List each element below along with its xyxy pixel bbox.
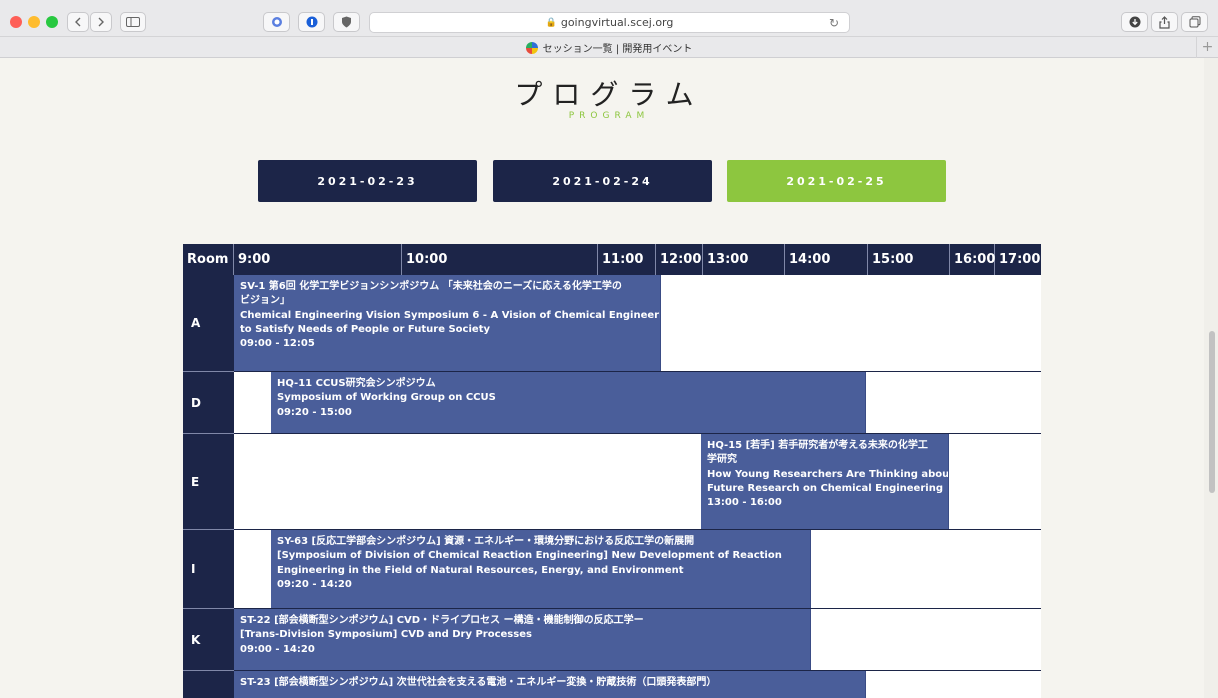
session-line: 学研究: [707, 454, 737, 466]
address-bar[interactable]: 🔒 goingvirtual.scej.org ↻: [369, 12, 850, 33]
site-favicon-icon: [525, 41, 538, 54]
session-block[interactable]: SV-1 第6回 化学工学ビジョンシンポジウム 「未来社会のニーズに応える化学工…: [234, 275, 661, 371]
session-line: to Satisfy Needs of People or Future Soc…: [240, 323, 490, 335]
header-hour-9: 9:00: [234, 244, 402, 275]
session-block[interactable]: HQ-15 [若手] 若手研究者が考える未来の化学工 学研究 How Young…: [701, 434, 949, 529]
tab-overview-button[interactable]: [1181, 12, 1208, 32]
sidebar-button[interactable]: [120, 12, 146, 32]
session-line: HQ-11 CCUS研究会シンポジウム: [277, 378, 436, 389]
reload-icon[interactable]: ↻: [829, 16, 839, 30]
session-line: [Trans-Division Symposium] CVD and Dry P…: [240, 629, 532, 641]
session-time: 13:00 - 16:00: [707, 497, 782, 509]
chevron-right-icon: [98, 17, 104, 27]
maximize-window-button[interactable]: [46, 16, 58, 28]
session-block[interactable]: ST-23 [部会横断型シンポジウム] 次世代社会を支える電池・エネルギー変換・…: [234, 671, 866, 698]
back-button[interactable]: [67, 12, 89, 32]
session-line: Symposium of Working Group on CCUS: [277, 392, 496, 404]
share-button[interactable]: [1151, 12, 1178, 32]
header-hour-13: 13:00: [703, 244, 785, 275]
chevron-left-icon: [75, 17, 81, 27]
session-line: [Symposium of Division of Chemical React…: [277, 550, 782, 562]
header-hour-14: 14:00: [785, 244, 868, 275]
session-time: 09:20 - 15:00: [277, 406, 352, 418]
room-label: K: [183, 609, 234, 671]
session-line: Engineering in the Field of Natural Reso…: [277, 564, 684, 576]
plus-icon: +: [1201, 39, 1214, 55]
header-hour-11: 11:00: [598, 244, 656, 275]
session-block[interactable]: ST-22 [部会横断型シンポジウム] CVD・ドライプロセス ー構造・機能制御…: [234, 609, 811, 670]
header-hour-17: 17:00: [995, 244, 1041, 275]
session-time: 09:00 - 14:20: [240, 643, 315, 655]
room-label: I: [183, 530, 234, 609]
session-line: HQ-15 [若手] 若手研究者が考える未来の化学工: [707, 440, 928, 451]
download-icon: [1129, 16, 1140, 28]
url-text: goingvirtual.scej.org: [560, 16, 674, 29]
session-line: ST-23 [部会横断型シンポジウム] 次世代社会を支える電池・エネルギー変換・…: [240, 677, 717, 688]
session-line: ST-22 [部会横断型シンポジウム] CVD・ドライプロセス ー構造・機能制御…: [240, 615, 644, 626]
header-hour-10: 10:00: [402, 244, 598, 275]
extension-circle-icon: [271, 17, 282, 27]
header-hour-12: 12:00: [656, 244, 703, 275]
minimize-window-button[interactable]: [28, 16, 40, 28]
date-tab-3-active[interactable]: 2021-02-25: [727, 160, 946, 202]
session-line: SV-1 第6回 化学工学ビジョンシンポジウム 「未来社会のニーズに応える化学工…: [240, 281, 622, 292]
session-line: Chemical Engineering Vision Symposium 6 …: [240, 309, 661, 321]
password-manager-icon: [306, 16, 317, 28]
extension-1-button[interactable]: [263, 12, 290, 32]
privacy-shield-button[interactable]: [333, 12, 360, 32]
date-tab-1[interactable]: 2021-02-23: [258, 160, 477, 202]
close-window-button[interactable]: [10, 16, 22, 28]
page-scrollbar[interactable]: [1204, 58, 1218, 698]
session-time: 09:00 - 12:05: [240, 338, 315, 350]
room-label: A: [183, 275, 234, 372]
header-room: Room: [183, 244, 234, 275]
session-schedule-table: Room 9:00 10:00 11:00 12:00 13:00 14:00 …: [183, 244, 1041, 698]
page-subtitle: PROGRAM: [568, 111, 650, 121]
share-icon: [1159, 15, 1170, 29]
tab-bar[interactable]: セッション一覧 | 開発用イベント: [0, 36, 1218, 58]
session-line: Future Research on Chemical Engineering: [707, 482, 943, 494]
new-tab-button[interactable]: +: [1196, 36, 1218, 58]
shield-icon: [342, 16, 351, 28]
extension-2-button[interactable]: [298, 12, 325, 32]
tab-title: セッション一覧 | 開発用イベント: [542, 44, 693, 55]
forward-button[interactable]: [90, 12, 112, 32]
sidebar-icon: [126, 17, 140, 27]
session-time: 09:20 - 14:20: [277, 578, 352, 590]
browser-toolbar: 🔒 goingvirtual.scej.org ↻: [0, 0, 1218, 34]
tabs-icon: [1189, 16, 1200, 28]
session-block[interactable]: HQ-11 CCUS研究会シンポジウム Symposium of Working…: [271, 372, 866, 433]
session-block[interactable]: SY-63 [反応工学部会シンポジウム] 資源・エネルギー・環境分野における反応…: [271, 530, 811, 608]
header-hour-15: 15:00: [868, 244, 950, 275]
scrollbar-thumb[interactable]: [1209, 331, 1215, 493]
session-line: ビジョン」: [240, 295, 290, 307]
browser-chrome: 🔒 goingvirtual.scej.org ↻ セッション一覧 | 開発用イ…: [0, 0, 1218, 58]
date-tab-2[interactable]: 2021-02-24: [493, 160, 712, 202]
page-title: プログラム: [514, 78, 704, 111]
lock-icon: 🔒: [545, 17, 557, 28]
header-hour-16: 16:00: [950, 244, 995, 275]
room-label: [183, 671, 234, 698]
room-label: E: [183, 434, 234, 530]
downloads-button[interactable]: [1121, 12, 1148, 32]
session-line: SY-63 [反応工学部会シンポジウム] 資源・エネルギー・環境分野における反応…: [277, 536, 695, 547]
room-label: D: [183, 372, 234, 434]
session-line: How Young Researchers Are Thinking about: [707, 468, 949, 480]
